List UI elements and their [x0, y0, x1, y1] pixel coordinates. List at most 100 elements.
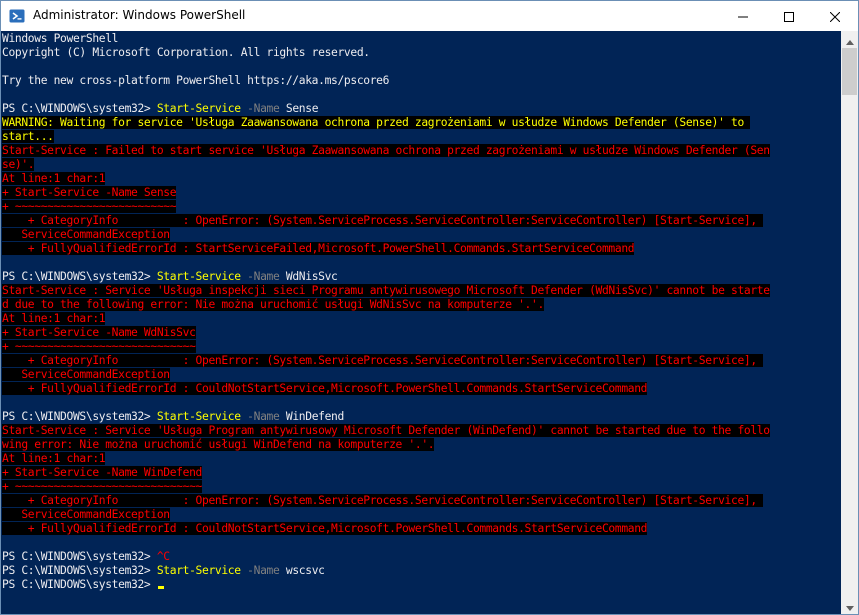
console-line: + FullyQualifiedErrorId : CouldNotStartS…: [2, 522, 841, 536]
powershell-window: Administrator: Windows PowerShell Window…: [0, 0, 859, 615]
console-text-err: + ~~~~~~~~~~~~~~~~~~~~~~~~~~~~~: [2, 480, 202, 493]
scrollbar-thumb[interactable]: [842, 48, 857, 95]
console-line: d due to the following error: Nie można …: [2, 298, 841, 312]
close-button[interactable]: [812, 1, 858, 31]
console-text-param: -Name: [240, 102, 280, 115]
console-text-param: -Name: [240, 270, 280, 283]
console-line: PS C:\WINDOWS\system32> Start-Service -N…: [2, 410, 841, 424]
console-text-normal: WdNisSvc: [279, 270, 338, 283]
console-line: + CategoryInfo : OpenError: (System.Serv…: [2, 494, 841, 508]
console-line: PS C:\WINDOWS\system32> Start-Service -N…: [2, 102, 841, 116]
powershell-icon[interactable]: [9, 8, 25, 24]
console-text-err: + CategoryInfo : OpenError: (System.Serv…: [2, 354, 764, 367]
console-text-err: ServiceCommandException: [2, 508, 170, 521]
console-output: Windows PowerShell Copyright (C) Microsof…: [2, 32, 841, 592]
console-text-normal: Try the new cross-platform PowerShell ht…: [2, 74, 390, 87]
close-icon: [829, 7, 841, 26]
console-text-err: + ~~~~~~~~~~~~~~~~~~~~~~~~~~~~: [2, 340, 196, 353]
console-text-normal: Windows PowerShell: [2, 32, 119, 45]
console-line: Try the new cross-platform PowerShell ht…: [2, 74, 841, 88]
console-line: ServiceCommandException: [2, 368, 841, 382]
console-text-err: At line:1 char:1: [2, 172, 106, 185]
console-text-cmd: Start-Service: [156, 102, 241, 115]
console-line: + ~~~~~~~~~~~~~~~~~~~~~~~~~~~~~: [2, 480, 841, 494]
console-text-normal: wscsvc: [279, 564, 325, 577]
console-text-cmd: Start-Service: [156, 270, 241, 283]
console-line: At line:1 char:1: [2, 452, 841, 466]
console-line: + Start-Service -Name WdNisSvc: [2, 326, 841, 340]
scroll-down-arrow-icon: [845, 596, 854, 614]
console-line: + FullyQualifiedErrorId : CouldNotStartS…: [2, 382, 841, 396]
console-line: Start-Service : Failed to start service …: [2, 144, 841, 158]
console-line: At line:1 char:1: [2, 172, 841, 186]
console-line: + FullyQualifiedErrorId : StartServiceFa…: [2, 242, 841, 256]
console-text-err: + FullyQualifiedErrorId : CouldNotStartS…: [2, 522, 648, 535]
console-text-cmd: Start-Service: [156, 564, 241, 577]
console-text-normal: PS C:\WINDOWS\system32>: [2, 102, 157, 115]
console-text-warn: WARNING: Waiting for service 'Usługa Zaa…: [2, 116, 751, 129]
console-text-err: ServiceCommandException: [2, 368, 170, 381]
console-text-err: At line:1 char:1: [2, 312, 106, 325]
console-line: ServiceCommandException: [2, 508, 841, 522]
console-text-normal: WinDefend: [279, 410, 344, 423]
console-line: ServiceCommandException: [2, 228, 841, 242]
console-line: se)'.: [2, 158, 841, 172]
console-text-param: -Name: [240, 410, 280, 423]
title-bar[interactable]: Administrator: Windows PowerShell: [1, 1, 858, 31]
console-text-normal: PS C:\WINDOWS\system32>: [2, 270, 157, 283]
maximize-button[interactable]: [766, 1, 812, 31]
minimize-button[interactable]: [720, 1, 766, 31]
console-text-err: ServiceCommandException: [2, 228, 170, 241]
console-line: + Start-Service -Name Sense: [2, 186, 841, 200]
console-text-err: + Start-Service -Name WinDefend: [2, 466, 202, 479]
console-text-warn: start...: [2, 130, 54, 143]
console-line: Start-Service : Service 'Usługa inspekcj…: [2, 284, 841, 298]
console-line: start...: [2, 130, 841, 144]
console-line: + CategoryInfo : OpenError: (System.Serv…: [2, 214, 841, 228]
console-text-normal: Sense: [279, 102, 319, 115]
window-title: Administrator: Windows PowerShell: [33, 8, 246, 22]
console-line: At line:1 char:1: [2, 312, 841, 326]
console-text-normal: PS C:\WINDOWS\system32>: [2, 410, 157, 423]
text-cursor: [157, 586, 164, 589]
console-text-param: -Name: [240, 564, 280, 577]
console-text-err: d due to the following error: Nie można …: [2, 298, 544, 311]
console-text-normal: PS C:\WINDOWS\system32>: [2, 550, 157, 563]
console-text-err: Start-Service : Failed to start service …: [2, 144, 770, 157]
console-text-err: Start-Service : Service 'Usługa Program …: [2, 424, 770, 437]
console-text-err: + CategoryInfo : OpenError: (System.Serv…: [2, 494, 764, 507]
console-text-err: + ~~~~~~~~~~~~~~~~~~~~~~~~~: [2, 200, 177, 213]
console-line: WARNING: Waiting for service 'Usługa Zaa…: [2, 116, 841, 130]
console-text-err: + FullyQualifiedErrorId : StartServiceFa…: [2, 242, 635, 255]
console-line: + CategoryInfo : OpenError: (System.Serv…: [2, 354, 841, 368]
console-text-err: wing error: Nie można uruchomić usługi W…: [2, 438, 435, 451]
console-text-err: se)'.: [2, 158, 35, 171]
scroll-down-button[interactable]: [841, 597, 858, 614]
console-text-err: Start-Service : Service 'Usługa inspekcj…: [2, 284, 770, 297]
console-text-err: + FullyQualifiedErrorId : CouldNotStartS…: [2, 382, 648, 395]
console-text-err: At line:1 char:1: [2, 452, 106, 465]
console-line: Copyright (C) Microsoft Corporation. All…: [2, 46, 841, 60]
scroll-up-button[interactable]: [841, 31, 858, 48]
console-line: PS C:\WINDOWS\system32> Start-Service -N…: [2, 270, 841, 284]
console-text-err: + Start-Service -Name WdNisSvc: [2, 326, 196, 339]
console-text-err: + Start-Service -Name Sense: [2, 186, 177, 199]
console-line: PS C:\WINDOWS\system32>: [2, 578, 841, 592]
console-text-normal: Copyright (C) Microsoft Corporation. All…: [2, 46, 370, 59]
maximize-icon: [784, 7, 794, 26]
console-text-err: + CategoryInfo : OpenError: (System.Serv…: [2, 214, 764, 227]
console-text-ctrl: ^C: [156, 550, 170, 563]
console-area[interactable]: Windows PowerShell Copyright (C) Microsof…: [1, 31, 841, 614]
vertical-scrollbar[interactable]: [841, 31, 858, 614]
console-line: PS C:\WINDOWS\system32> ^C: [2, 550, 841, 564]
console-text-normal: PS C:\WINDOWS\system32>: [2, 564, 157, 577]
console-line: wing error: Nie można uruchomić usługi W…: [2, 438, 841, 452]
console-line: PS C:\WINDOWS\system32> Start-Service -N…: [2, 564, 841, 578]
scroll-up-arrow-icon: [845, 30, 854, 49]
console-line: + Start-Service -Name WinDefend: [2, 466, 841, 480]
